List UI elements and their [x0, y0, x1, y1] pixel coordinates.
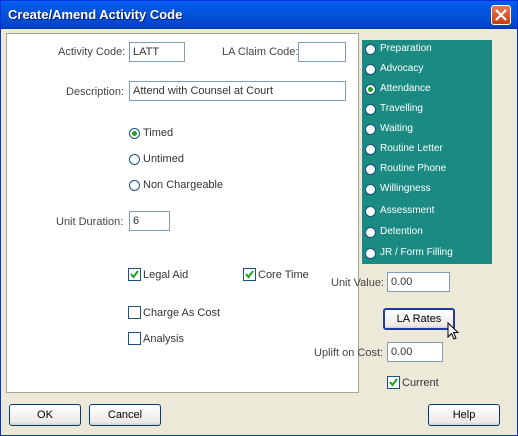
- category-label: Attendance: [380, 83, 431, 94]
- help-button[interactable]: Help: [428, 404, 500, 426]
- la-claim-code-label: LA Claim Code:: [222, 46, 299, 58]
- legal-aid-label: Legal Aid: [143, 269, 189, 281]
- unit-duration-input[interactable]: 6: [129, 211, 170, 231]
- uplift-on-cost-label: Uplift on Cost:: [314, 347, 384, 359]
- analysis-checkbox[interactable]: [128, 332, 141, 345]
- la-rates-button[interactable]: LA Rates: [383, 308, 455, 330]
- category-label: Travelling: [380, 103, 423, 114]
- untimed-label: Untimed: [143, 153, 184, 165]
- category-radio[interactable]: [365, 184, 376, 195]
- category-label: Preparation: [380, 43, 432, 54]
- category-radio[interactable]: [365, 248, 376, 259]
- category-label: Detention: [380, 226, 423, 237]
- unit-duration-label: Unit Duration:: [56, 216, 124, 228]
- category-label: Routine Letter: [380, 143, 443, 154]
- checkmark-icon: [130, 270, 139, 279]
- category-radio[interactable]: [365, 44, 376, 55]
- category-radio[interactable]: [365, 124, 376, 135]
- current-label: Current: [402, 377, 439, 389]
- activity-category-group: Preparation Advocacy Attendance Travelli…: [362, 40, 492, 264]
- title-bar[interactable]: Create/Amend Activity Code: [1, 1, 517, 29]
- category-radio[interactable]: [365, 164, 376, 175]
- category-radio[interactable]: [365, 64, 376, 75]
- analysis-label: Analysis: [143, 333, 184, 345]
- close-button[interactable]: [491, 5, 511, 25]
- window-title: Create/Amend Activity Code: [8, 7, 183, 22]
- category-radio[interactable]: [365, 104, 376, 115]
- close-icon: [495, 9, 507, 21]
- activity-code-label: Activity Code:: [58, 46, 126, 58]
- untimed-radio[interactable]: [129, 154, 140, 165]
- timed-label: Timed: [143, 127, 174, 139]
- mouse-cursor-icon: [447, 322, 459, 340]
- category-label: JR / Form Filling: [380, 247, 453, 258]
- la-claim-code-input[interactable]: [298, 42, 346, 62]
- cancel-button[interactable]: Cancel: [89, 404, 161, 426]
- non-chargeable-radio[interactable]: [129, 180, 140, 191]
- checkmark-icon: [389, 378, 398, 387]
- timed-radio[interactable]: [129, 128, 140, 139]
- category-radio[interactable]: [365, 144, 376, 155]
- category-label: Willingness: [380, 183, 431, 194]
- uplift-on-cost-input[interactable]: 0.00: [387, 342, 443, 362]
- non-chargeable-label: Non Chargeable: [143, 179, 224, 191]
- unit-value-input[interactable]: 0.00: [387, 272, 450, 292]
- activity-code-input[interactable]: LATT: [129, 42, 185, 62]
- current-checkbox[interactable]: [387, 376, 400, 389]
- legal-aid-checkbox[interactable]: [128, 268, 141, 281]
- description-input[interactable]: Attend with Counsel at Court: [129, 81, 346, 101]
- category-label: Waiting: [380, 123, 413, 134]
- category-label: Assessment: [380, 205, 435, 216]
- unit-value-label: Unit Value:: [331, 277, 384, 289]
- charge-as-cost-checkbox[interactable]: [128, 306, 141, 319]
- category-radio[interactable]: [365, 84, 376, 95]
- category-label: Routine Phone: [380, 163, 447, 174]
- category-label: Advocacy: [380, 63, 424, 74]
- category-radio[interactable]: [365, 206, 376, 217]
- checkmark-icon: [245, 270, 254, 279]
- charge-as-cost-label: Charge As Cost: [143, 307, 221, 319]
- category-radio[interactable]: [365, 227, 376, 238]
- ok-button[interactable]: OK: [9, 404, 81, 426]
- description-label: Description:: [66, 86, 125, 98]
- core-time-label: Core Time: [258, 269, 309, 281]
- core-time-checkbox[interactable]: [243, 268, 256, 281]
